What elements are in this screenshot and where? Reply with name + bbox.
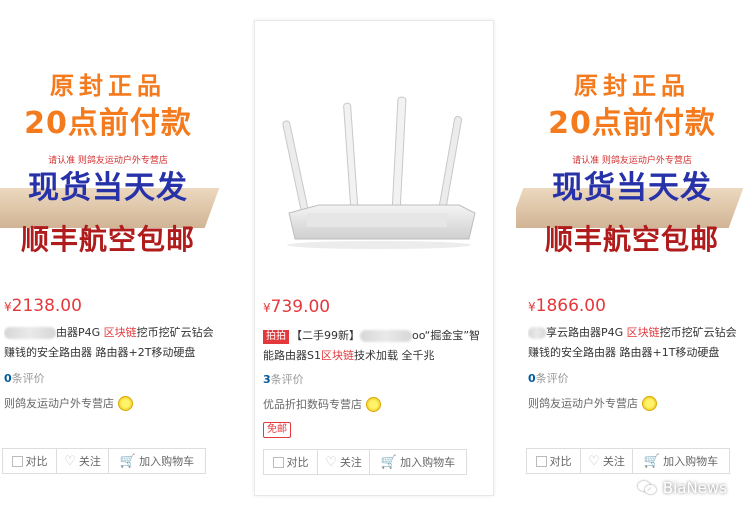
add-to-cart-button[interactable]: 🛒 加入购物车 (109, 449, 205, 473)
shop-badge-icon (118, 395, 133, 411)
add-to-cart-button[interactable]: 🛒 加入购物车 (370, 450, 466, 474)
blurred-text (360, 330, 412, 342)
add-to-cart-button[interactable]: 🛒 加入购物车 (633, 449, 729, 473)
shop-name[interactable]: 则鸽友运动户外专营店 (528, 395, 657, 411)
promo-text: 顺丰航空包邮 (544, 223, 719, 256)
compare-button[interactable]: 对比 (3, 449, 57, 473)
review-count[interactable]: 0条评价 (4, 370, 45, 386)
product-price: ¥1866.00 (528, 296, 606, 316)
cart-icon: 🛒 (119, 453, 137, 469)
compare-button[interactable]: 对比 (527, 449, 581, 473)
promo-text: 原封正品 (574, 72, 690, 100)
shop-badge-icon (366, 396, 381, 412)
shop-badge-icon (642, 395, 657, 411)
product-price: ¥739.00 (263, 297, 331, 317)
checkbox-icon (535, 455, 547, 467)
promo-text: 顺丰航空包邮 (20, 223, 195, 256)
blurred-text (528, 327, 546, 339)
heart-icon: ♡ (64, 453, 76, 469)
promo-text: 现货当天发 (552, 170, 712, 206)
action-bar: 对比 ♡ 关注 🛒 加入购物车 (263, 449, 467, 475)
review-count[interactable]: 3条评价 (263, 371, 304, 387)
product-image[interactable] (259, 63, 489, 263)
wechat-icon (637, 480, 658, 496)
heart-icon: ♡ (588, 453, 600, 469)
heart-icon: ♡ (325, 454, 337, 470)
promo-text: 原封正品 (50, 72, 166, 100)
follow-button[interactable]: ♡ 关注 (581, 449, 633, 473)
cart-icon: 🛒 (380, 454, 398, 470)
shop-name[interactable]: 则鸽友运动户外专营店 (4, 395, 133, 411)
paipai-tag: 拍拍 (263, 330, 289, 344)
action-bar: 对比 ♡ 关注 🛒 加入购物车 (2, 448, 206, 474)
product-card-3[interactable]: 原封正品 20点前付款 请认准 则鸽友运动户外专营店 现货当天发 顺丰航空包邮 … (516, 0, 745, 519)
product-title[interactable]: 拍拍 【二手99新】 oo“掘金宝”智能路由器S1区块链技术加载 全千兆 (263, 326, 483, 366)
product-price: ¥2138.00 (4, 296, 82, 316)
product-image[interactable]: 原封正品 20点前付款 请认准 则鸽友运动户外专营店 现货当天发 顺丰航空包邮 (0, 60, 224, 260)
router-image (282, 96, 476, 249)
product-card-1[interactable]: 原封正品 20点前付款 请认准 则鸽友运动户外专营店 现货当天发 顺丰航空包邮 … (0, 0, 224, 519)
review-count[interactable]: 0条评价 (528, 370, 569, 386)
free-shipping-badge: 免邮 (263, 422, 291, 438)
watermark: BiaNews (637, 479, 727, 497)
action-bar: 对比 ♡ 关注 🛒 加入购物车 (526, 448, 730, 474)
promo-text: 20点前付款 (548, 106, 716, 141)
blurred-text (4, 327, 56, 339)
follow-button[interactable]: ♡ 关注 (318, 450, 370, 474)
compare-button[interactable]: 对比 (264, 450, 318, 474)
checkbox-icon (272, 456, 284, 468)
cart-icon: 🛒 (643, 453, 661, 469)
follow-button[interactable]: ♡ 关注 (57, 449, 109, 473)
checkbox-icon (11, 455, 23, 467)
product-title[interactable]: 享云路由器P4G 区块链挖币挖矿云钻会赚钱的安全路由器 路由器+1T移动硬盘 (528, 323, 745, 363)
shop-name[interactable]: 优品折扣数码专营店 (263, 396, 381, 412)
product-card-2[interactable]: ¥739.00 拍拍 【二手99新】 oo“掘金宝”智能路由器S1区块链技术加载 全… (254, 20, 494, 496)
promo-text: 现货当天发 (28, 170, 188, 206)
product-image[interactable]: 原封正品 20点前付款 请认准 则鸽友运动户外专营店 现货当天发 顺丰航空包邮 (516, 60, 745, 260)
product-title[interactable]: 由器P4G 区块链挖币挖矿云钻会赚钱的安全路由器 路由器+2T移动硬盘 (4, 323, 222, 363)
promo-text: 20点前付款 (24, 106, 192, 141)
